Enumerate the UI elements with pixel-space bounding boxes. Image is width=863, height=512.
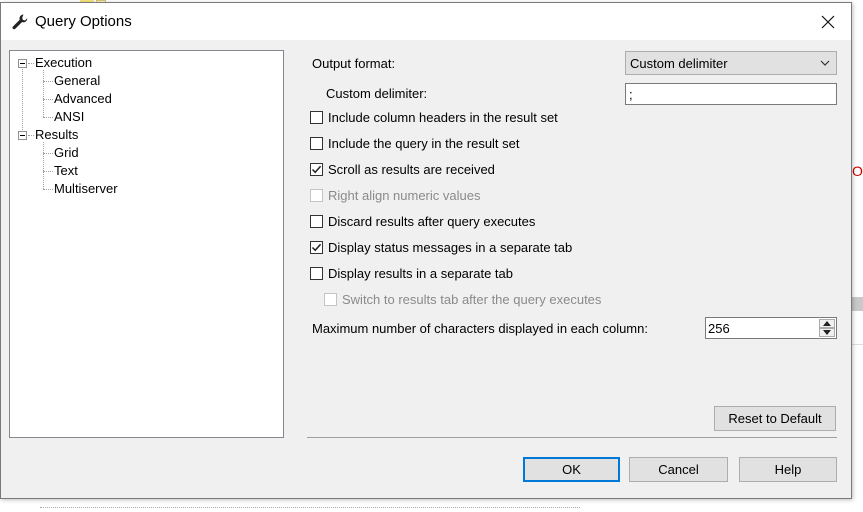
arrow-down-icon bbox=[823, 330, 831, 335]
query-options-dialog: Query Options Execution General Advanced… bbox=[0, 2, 852, 499]
right-align-numeric-label: Right align numeric values bbox=[328, 188, 481, 203]
include-query-checkbox[interactable] bbox=[310, 137, 323, 150]
include-column-headers-label: Include column headers in the result set bbox=[328, 110, 558, 125]
background-edge-text: OM bbox=[852, 163, 863, 179]
divider bbox=[307, 437, 837, 438]
output-format-select[interactable]: Custom delimiter bbox=[625, 51, 837, 75]
tree-item-advanced[interactable]: Advanced bbox=[54, 91, 112, 107]
background-window-edge: OM bbox=[852, 0, 863, 512]
tree-item-execution[interactable]: Execution bbox=[35, 55, 92, 71]
checkmark-icon bbox=[311, 243, 322, 252]
background-window-bottom bbox=[0, 499, 863, 512]
checkmark-icon bbox=[311, 165, 322, 174]
output-format-label: Output format: bbox=[312, 56, 396, 71]
increment-button[interactable] bbox=[819, 319, 835, 328]
custom-delimiter-input[interactable]: ; bbox=[625, 83, 837, 105]
results-separate-tab-label: Display results in a separate tab bbox=[328, 266, 513, 281]
results-separate-tab-checkbox[interactable] bbox=[310, 267, 323, 280]
ok-button[interactable]: OK bbox=[523, 457, 620, 482]
tree-item-ansi[interactable]: ANSI bbox=[54, 109, 84, 125]
results-collapse-toggle[interactable] bbox=[18, 131, 27, 140]
discard-results-label: Discard results after query executes bbox=[328, 214, 536, 229]
arrow-up-icon bbox=[823, 321, 831, 326]
status-messages-tab-checkbox[interactable] bbox=[310, 241, 323, 254]
switch-to-results-tab-label: Switch to results tab after the query ex… bbox=[342, 292, 602, 307]
tree-item-general[interactable]: General bbox=[54, 73, 100, 89]
tree-item-text[interactable]: Text bbox=[54, 163, 78, 179]
status-messages-tab-label: Display status messages in a separate ta… bbox=[328, 240, 573, 255]
scroll-results-label: Scroll as results are received bbox=[328, 162, 495, 177]
custom-delimiter-label: Custom delimiter: bbox=[326, 86, 428, 101]
close-icon bbox=[821, 15, 835, 28]
output-format-value: Custom delimiter bbox=[630, 56, 728, 71]
include-column-headers-checkbox[interactable] bbox=[310, 111, 323, 124]
options-tree[interactable]: Execution General Advanced ANSI Results … bbox=[9, 50, 284, 438]
scroll-results-checkbox[interactable] bbox=[310, 163, 323, 176]
cancel-button[interactable]: Cancel bbox=[629, 457, 728, 482]
tree-item-grid[interactable]: Grid bbox=[54, 145, 79, 161]
max-chars-stepper[interactable]: 256 bbox=[705, 317, 837, 339]
max-chars-label: Maximum number of characters displayed i… bbox=[312, 321, 648, 336]
include-query-label: Include the query in the result set bbox=[328, 136, 520, 151]
reset-to-default-button[interactable]: Reset to Default bbox=[714, 406, 836, 431]
execution-collapse-toggle[interactable] bbox=[18, 59, 27, 68]
tree-item-multiserver[interactable]: Multiserver bbox=[54, 181, 118, 197]
max-chars-value: 256 bbox=[708, 321, 730, 336]
close-button[interactable] bbox=[805, 3, 851, 40]
right-align-numeric-checkbox bbox=[310, 189, 323, 202]
wrench-icon bbox=[11, 13, 29, 31]
chevron-down-icon bbox=[820, 60, 830, 66]
decrement-button[interactable] bbox=[819, 328, 835, 337]
switch-to-results-tab-checkbox bbox=[324, 293, 337, 306]
dialog-title: Query Options bbox=[35, 13, 132, 30]
help-button[interactable]: Help bbox=[739, 457, 837, 482]
discard-results-checkbox[interactable] bbox=[310, 215, 323, 228]
tree-item-results[interactable]: Results bbox=[35, 127, 78, 143]
title-bar: Query Options bbox=[1, 3, 851, 40]
custom-delimiter-value: ; bbox=[629, 87, 633, 102]
